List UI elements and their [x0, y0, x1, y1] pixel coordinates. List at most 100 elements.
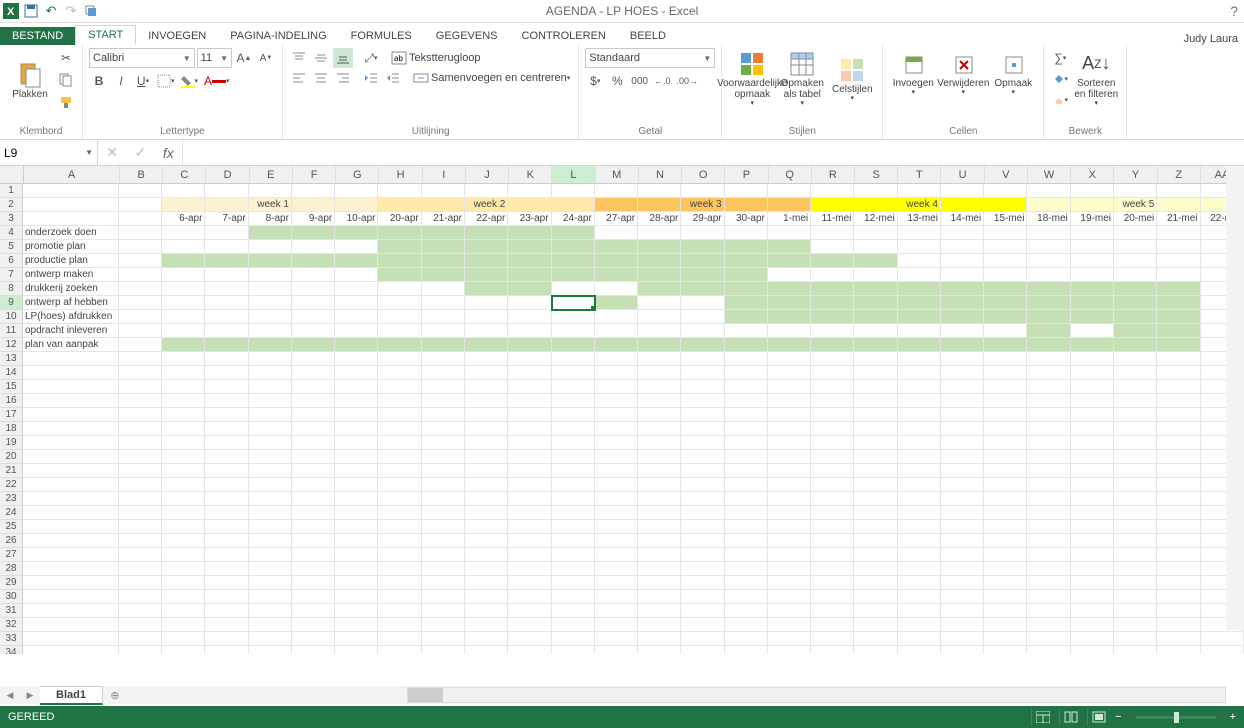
- cell[interactable]: [292, 506, 335, 520]
- cell[interactable]: 22-apr: [465, 212, 508, 226]
- cell[interactable]: [1157, 408, 1200, 422]
- cell[interactable]: [768, 380, 811, 394]
- add-sheet-button[interactable]: ⊕: [103, 689, 127, 702]
- cell[interactable]: [119, 436, 162, 450]
- cell[interactable]: [768, 198, 811, 212]
- cell[interactable]: [292, 282, 335, 296]
- cell[interactable]: [984, 520, 1027, 534]
- cell[interactable]: [1027, 324, 1070, 338]
- cell[interactable]: [984, 366, 1027, 380]
- cell[interactable]: [335, 310, 378, 324]
- cell[interactable]: [1114, 226, 1157, 240]
- cell[interactable]: [1071, 226, 1114, 240]
- cell[interactable]: [811, 646, 854, 654]
- cell[interactable]: [335, 296, 378, 310]
- cell[interactable]: [1027, 310, 1070, 324]
- cell[interactable]: [162, 352, 205, 366]
- cell[interactable]: [1027, 254, 1070, 268]
- cell[interactable]: 15-mei: [984, 212, 1027, 226]
- tab-review[interactable]: CONTROLEREN: [510, 27, 618, 45]
- cell[interactable]: [119, 492, 162, 506]
- cell[interactable]: [1157, 464, 1200, 478]
- cell[interactable]: [1114, 506, 1157, 520]
- cell[interactable]: [508, 310, 551, 324]
- cell[interactable]: [508, 478, 551, 492]
- cell[interactable]: [638, 226, 681, 240]
- cell[interactable]: [638, 352, 681, 366]
- cell[interactable]: [292, 464, 335, 478]
- cell[interactable]: [422, 366, 465, 380]
- cell[interactable]: [725, 450, 768, 464]
- cell[interactable]: [119, 282, 162, 296]
- cell[interactable]: opdracht inleveren: [23, 324, 119, 338]
- cell[interactable]: [595, 562, 638, 576]
- cell[interactable]: [508, 632, 551, 646]
- cell[interactable]: [941, 464, 984, 478]
- cell[interactable]: [422, 254, 465, 268]
- cell[interactable]: [508, 492, 551, 506]
- cell[interactable]: [1071, 380, 1114, 394]
- cell[interactable]: [811, 296, 854, 310]
- cell[interactable]: [335, 324, 378, 338]
- row-header[interactable]: 12: [0, 338, 23, 352]
- cell[interactable]: [725, 352, 768, 366]
- cell[interactable]: [898, 520, 941, 534]
- cell[interactable]: [854, 520, 897, 534]
- cell[interactable]: [205, 394, 248, 408]
- cell[interactable]: [725, 646, 768, 654]
- cell[interactable]: [1027, 296, 1070, 310]
- cell[interactable]: [508, 464, 551, 478]
- cell[interactable]: [1027, 478, 1070, 492]
- cell[interactable]: [854, 310, 897, 324]
- cell[interactable]: [1071, 366, 1114, 380]
- cell[interactable]: [941, 366, 984, 380]
- col-header-T[interactable]: T: [898, 166, 941, 184]
- cell[interactable]: [1071, 464, 1114, 478]
- cell[interactable]: [1157, 268, 1200, 282]
- cell[interactable]: [1157, 380, 1200, 394]
- wrap-text-button[interactable]: abTekstterugloop: [389, 48, 483, 68]
- cell[interactable]: [1157, 492, 1200, 506]
- cell[interactable]: [811, 492, 854, 506]
- tab-start[interactable]: START: [75, 25, 136, 45]
- cell[interactable]: [984, 282, 1027, 296]
- cell[interactable]: [725, 268, 768, 282]
- cell[interactable]: [162, 268, 205, 282]
- cell[interactable]: [292, 352, 335, 366]
- cell[interactable]: [811, 520, 854, 534]
- cell[interactable]: [638, 436, 681, 450]
- cell[interactable]: [595, 408, 638, 422]
- cell[interactable]: [1157, 506, 1200, 520]
- cell[interactable]: [249, 184, 292, 198]
- cell[interactable]: [335, 618, 378, 632]
- cell[interactable]: [552, 436, 595, 450]
- cell[interactable]: [465, 184, 508, 198]
- cell[interactable]: [292, 436, 335, 450]
- cell[interactable]: 11-mei: [811, 212, 854, 226]
- row-header[interactable]: 34: [0, 646, 23, 654]
- cell[interactable]: 8-apr: [249, 212, 292, 226]
- cell[interactable]: [638, 618, 681, 632]
- cell[interactable]: [595, 282, 638, 296]
- cell[interactable]: 30-apr: [725, 212, 768, 226]
- cell[interactable]: [422, 352, 465, 366]
- cell[interactable]: [725, 422, 768, 436]
- cell[interactable]: [508, 576, 551, 590]
- cell[interactable]: [205, 436, 248, 450]
- cell[interactable]: [552, 184, 595, 198]
- cell[interactable]: [508, 590, 551, 604]
- cell[interactable]: [1071, 436, 1114, 450]
- cell[interactable]: [595, 464, 638, 478]
- sheet-tab-1[interactable]: Blad1: [40, 687, 103, 705]
- cell[interactable]: [335, 380, 378, 394]
- cell[interactable]: [1114, 562, 1157, 576]
- cell[interactable]: [898, 436, 941, 450]
- cell[interactable]: [1157, 366, 1200, 380]
- row-header[interactable]: 27: [0, 548, 23, 562]
- cell[interactable]: [422, 240, 465, 254]
- cell[interactable]: [422, 324, 465, 338]
- cell[interactable]: [335, 240, 378, 254]
- col-header-Z[interactable]: Z: [1158, 166, 1201, 184]
- cell[interactable]: [23, 464, 119, 478]
- cell[interactable]: [811, 324, 854, 338]
